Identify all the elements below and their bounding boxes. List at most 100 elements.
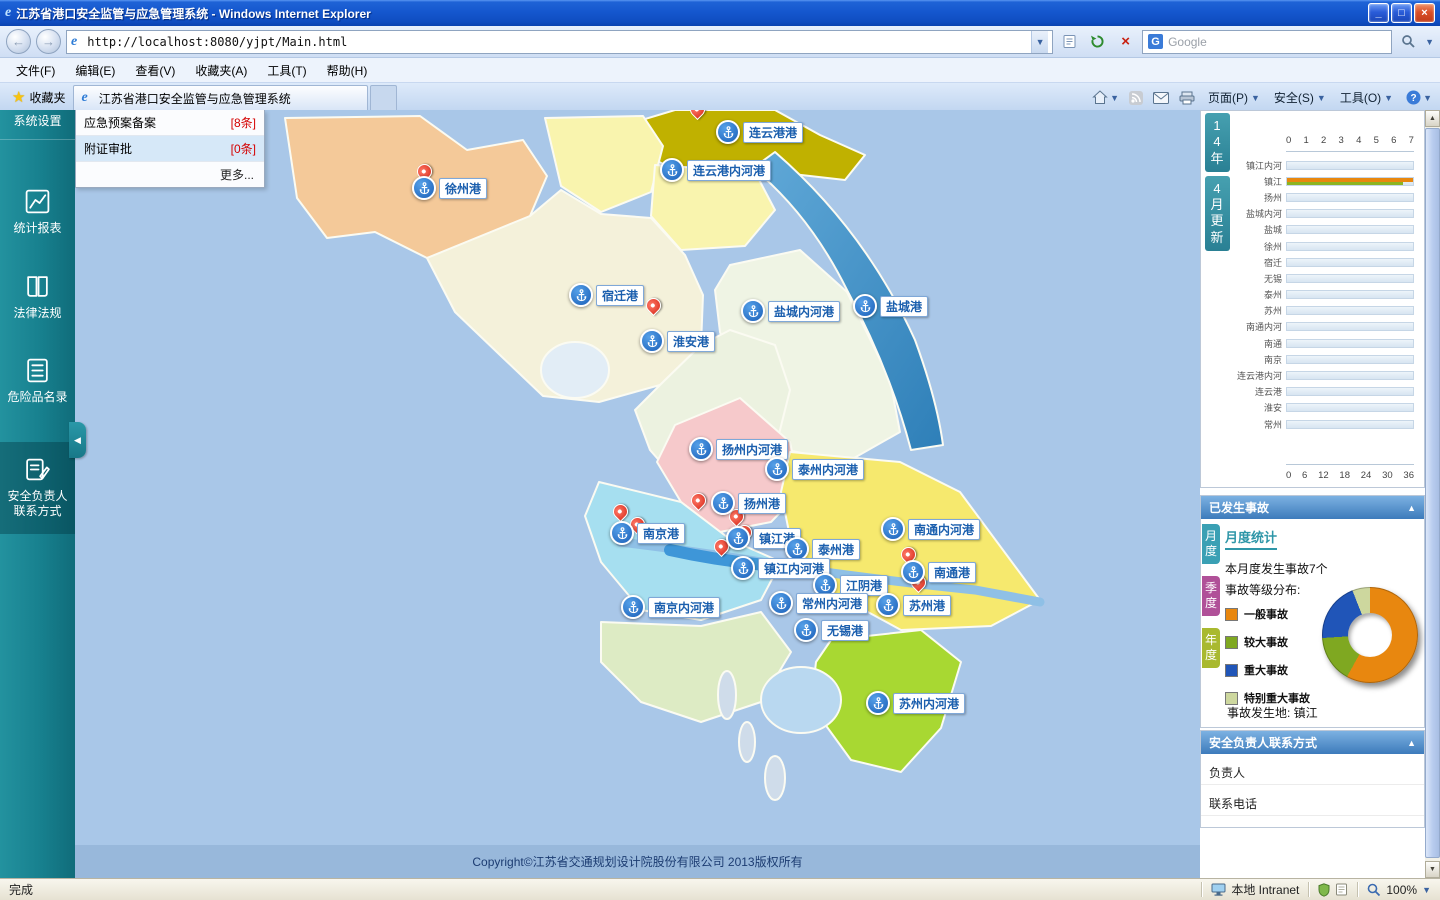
port-marker[interactable]: 淮安港 bbox=[640, 329, 715, 353]
search-button[interactable] bbox=[1397, 30, 1420, 53]
quick-panel-row[interactable]: 附证审批[0条] bbox=[76, 136, 264, 162]
home-button[interactable]: ▼ bbox=[1092, 90, 1119, 105]
port-marker[interactable]: 盐城港 bbox=[853, 294, 928, 318]
port-label: 徐州港 bbox=[439, 178, 487, 199]
strip-char: 4 bbox=[1205, 134, 1230, 150]
stop-button[interactable]: × bbox=[1114, 30, 1137, 53]
sidebar-item[interactable]: 法律法规 bbox=[0, 263, 75, 332]
menu-item[interactable]: 工具(T) bbox=[257, 59, 316, 82]
port-marker[interactable]: 无锡港 bbox=[794, 618, 869, 642]
command-button[interactable]: 安全(S)▼ bbox=[1271, 87, 1329, 108]
map-pin-icon[interactable] bbox=[687, 110, 708, 120]
url-text[interactable]: http://localhost:8080/yjpt/Main.html bbox=[87, 35, 1026, 49]
new-tab-stub[interactable] bbox=[370, 85, 397, 110]
vertical-scrollbar[interactable]: ▲ ▼ bbox=[1425, 110, 1440, 878]
chart-row-label: 无锡 bbox=[1231, 272, 1286, 285]
close-button[interactable]: × bbox=[1414, 3, 1435, 23]
minimize-button[interactable]: _ bbox=[1368, 3, 1389, 23]
menu-item[interactable]: 查看(V) bbox=[125, 59, 185, 82]
strip-char: 更 bbox=[1205, 213, 1230, 229]
chart-row-track bbox=[1286, 290, 1414, 299]
search-dropdown-icon[interactable]: ▼ bbox=[1425, 37, 1434, 47]
sidebar-item[interactable]: 统计报表 bbox=[0, 178, 75, 247]
port-marker[interactable]: 南通港 bbox=[901, 560, 976, 584]
scroll-up-button[interactable]: ▲ bbox=[1425, 110, 1440, 127]
axis-line bbox=[1286, 151, 1414, 152]
port-marker[interactable]: 宿迁港 bbox=[569, 283, 644, 307]
sidebar-item[interactable]: 危险品名录 bbox=[0, 347, 75, 416]
menu-item[interactable]: 帮助(H) bbox=[317, 59, 378, 82]
zoom-control[interactable]: 100% ▼ bbox=[1358, 879, 1440, 900]
port-marker[interactable]: 连云港内河港 bbox=[660, 158, 771, 182]
axis-tick-label: 30 bbox=[1382, 470, 1393, 481]
map-pin-icon[interactable] bbox=[610, 501, 631, 522]
map-pin-icon[interactable] bbox=[688, 490, 709, 511]
accident-period-tab[interactable]: 月度 bbox=[1202, 524, 1220, 564]
menu-item[interactable]: 收藏夹(A) bbox=[185, 59, 257, 82]
port-marker[interactable]: 南京港 bbox=[610, 521, 685, 545]
quick-row-count: [8条] bbox=[231, 114, 256, 131]
shield-icon bbox=[1318, 883, 1330, 897]
quick-panel-row[interactable]: 应急预案备案[8条] bbox=[76, 110, 264, 136]
quick-access-panel: 应急预案备案[8条]附证审批[0条] 更多... bbox=[75, 110, 265, 188]
accident-period-tab[interactable]: 季度 bbox=[1202, 576, 1220, 616]
sidebar-collapse-handle[interactable]: ◀ bbox=[69, 422, 86, 458]
restore-button[interactable]: □ bbox=[1391, 3, 1412, 23]
accidents-panel-header[interactable]: 已发生事故 ▲ bbox=[1201, 496, 1424, 519]
map-area[interactable]: 连云港港连云港内河港徐州港宿迁港淮安港盐城内河港盐城港扬州内河港泰州内河港扬州港… bbox=[75, 110, 1200, 878]
accidents-panel: 已发生事故 ▲ 月度季度年度 月度统计 本月度发生事故7个 事故等级分布: 一般… bbox=[1200, 495, 1425, 728]
help-button[interactable]: ? ▼ bbox=[1406, 90, 1432, 105]
port-marker[interactable]: 常州内河港 bbox=[769, 591, 868, 615]
search-box[interactable]: G Google bbox=[1142, 30, 1392, 54]
address-bar[interactable]: e http://localhost:8080/yjpt/Main.html ▼ bbox=[66, 30, 1053, 54]
chart-row: 盐城内河 bbox=[1231, 206, 1414, 222]
search-input[interactable]: Google bbox=[1168, 35, 1386, 49]
port-marker[interactable]: 盐城内河港 bbox=[741, 299, 840, 323]
zone-label: 本地 Intranet bbox=[1231, 881, 1299, 898]
port-marker[interactable]: 南京内河港 bbox=[621, 595, 720, 619]
axis-tick-label: 24 bbox=[1361, 470, 1372, 481]
address-toolbar: ← → e http://localhost:8080/yjpt/Main.ht… bbox=[0, 26, 1440, 58]
compatibility-view-button[interactable] bbox=[1058, 30, 1081, 53]
collapse-icon[interactable]: ▲ bbox=[1407, 503, 1416, 513]
accident-period-tab[interactable]: 年度 bbox=[1202, 628, 1220, 668]
scroll-down-button[interactable]: ▼ bbox=[1425, 861, 1440, 878]
menu-item[interactable]: 编辑(E) bbox=[65, 59, 125, 82]
back-button[interactable]: ← bbox=[6, 29, 31, 54]
title-bar: e 江苏省港口安全监管与应急管理系统 - Windows Internet Ex… bbox=[0, 0, 1440, 26]
chevron-down-icon: ▼ bbox=[1251, 93, 1260, 103]
port-marker[interactable]: 扬州港 bbox=[711, 491, 786, 515]
mail-button[interactable] bbox=[1153, 92, 1169, 104]
port-label: 南通内河港 bbox=[908, 519, 980, 540]
sidebar-item-system-settings[interactable]: 系统设置 bbox=[0, 110, 75, 140]
chart-row-label: 宿迁 bbox=[1231, 256, 1286, 269]
refresh-button[interactable] bbox=[1086, 30, 1109, 53]
port-label: 南京内河港 bbox=[648, 597, 720, 618]
port-marker[interactable]: 徐州港 bbox=[412, 176, 487, 200]
tab-active[interactable]: e 江苏省港口安全监管与应急管理系统 bbox=[73, 85, 368, 110]
collapse-icon[interactable]: ▲ bbox=[1407, 738, 1416, 748]
more-link[interactable]: 更多... bbox=[76, 162, 264, 187]
scroll-thumb[interactable] bbox=[1425, 128, 1440, 858]
address-dropdown-icon[interactable]: ▼ bbox=[1031, 31, 1048, 53]
port-marker[interactable]: 苏州内河港 bbox=[866, 691, 965, 715]
strip-char: 年 bbox=[1205, 151, 1230, 167]
command-button[interactable]: 工具(O)▼ bbox=[1337, 87, 1396, 108]
favorites-button[interactable]: ★ 收藏夹 bbox=[4, 85, 73, 109]
print-button[interactable] bbox=[1179, 91, 1195, 105]
forward-button[interactable]: → bbox=[36, 29, 61, 54]
feeds-button[interactable] bbox=[1129, 91, 1143, 105]
command-button[interactable]: 页面(P)▼ bbox=[1205, 87, 1263, 108]
browser-window: e 江苏省港口安全监管与应急管理系统 - Windows Internet Ex… bbox=[0, 0, 1440, 900]
port-marker[interactable]: 连云港港 bbox=[716, 120, 803, 144]
port-marker[interactable]: 苏州港 bbox=[876, 593, 951, 617]
port-label: 连云港港 bbox=[743, 122, 803, 143]
map-pin-icon[interactable] bbox=[643, 295, 664, 316]
menu-item[interactable]: 文件(F) bbox=[6, 59, 65, 82]
port-marker[interactable]: 泰州内河港 bbox=[765, 457, 864, 481]
port-marker[interactable]: 南通内河港 bbox=[881, 517, 980, 541]
sidebar-item[interactable]: 安全负责人联系方式 bbox=[0, 442, 75, 534]
contact-panel-header[interactable]: 安全负责人联系方式 ▲ bbox=[1201, 731, 1424, 754]
anchor-icon bbox=[640, 329, 664, 353]
anchor-icon bbox=[765, 457, 789, 481]
